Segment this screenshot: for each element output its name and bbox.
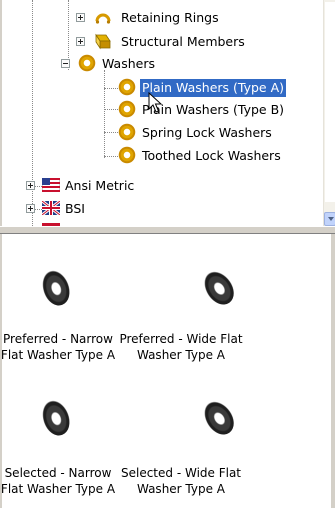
expand-plus-icon[interactable] (26, 204, 35, 213)
part-caption: Preferred - Narrow (3, 332, 113, 346)
washer-ring-icon (118, 100, 136, 118)
preview-border (331, 234, 335, 508)
part-caption: Washer Type A (136, 482, 226, 496)
tree-item-label: Ansi Metric (65, 178, 135, 193)
toolbox-tree[interactable]: Retaining Rings Structural Members Washe… (0, 0, 335, 226)
part-caption: Selected - Wide Flat (120, 466, 242, 480)
tree-item-label: Retaining Rings (121, 10, 219, 25)
uk-flag-icon (41, 199, 61, 219)
flat-washer-thumbnail (37, 266, 75, 310)
tree-item-toothed-lock-washers[interactable]: Toothed Lock Washers (0, 146, 320, 166)
part-caption: Selected - Narrow (4, 466, 112, 480)
washer-ring-icon (118, 78, 136, 96)
scroll-down-arrow-icon[interactable] (324, 212, 335, 226)
flat-washer-thumbnail (37, 396, 75, 440)
scrollbar-track[interactable] (325, 2, 335, 202)
part-caption: Preferred - Wide Flat (119, 332, 243, 346)
tree-item-label: BSI (65, 201, 85, 216)
tree-item-label: Spring Lock Washers (142, 125, 272, 140)
tree-item-label: Structural Members (121, 34, 245, 49)
expand-plus-icon[interactable] (76, 13, 85, 22)
flat-washer-thumbnail (198, 265, 240, 311)
washer-ring-icon (78, 54, 96, 72)
tree-item-label: Toothed Lock Washers (142, 148, 281, 163)
collapse-minus-icon[interactable] (61, 59, 70, 68)
tree-item-retaining-rings[interactable]: Retaining Rings (0, 8, 320, 28)
tree-item-label: Washers (102, 56, 155, 71)
tree-item-spring-lock-washers[interactable]: Spring Lock Washers (0, 123, 320, 143)
retaining-ring-icon (94, 9, 112, 27)
expand-plus-icon[interactable] (26, 181, 35, 190)
us-flag-icon (41, 177, 61, 196)
tree-item-bsi[interactable]: BSI (0, 199, 320, 219)
washer-ring-icon (118, 123, 136, 141)
part-tile-selected-narrow[interactable]: Selected - Narrow Flat Washer Type A (0, 396, 116, 500)
part-tile-preferred-narrow[interactable]: Preferred - Narrow Flat Washer Type A (0, 266, 116, 370)
tree-item-structural-members[interactable]: Structural Members (0, 32, 320, 52)
part-caption: Washer Type A (136, 348, 226, 362)
part-caption: Flat Washer Type A (0, 482, 116, 496)
part-preview-pane: Preferred - Narrow Flat Washer Type A Pr… (0, 234, 335, 508)
tree-item-ansi-metric[interactable]: Ansi Metric (0, 176, 320, 196)
washer-ring-icon (118, 146, 136, 164)
tree-item-washers[interactable]: Washers (0, 54, 320, 74)
flat-washer-thumbnail (198, 395, 240, 441)
tree-vertical-scrollbar[interactable] (323, 0, 335, 226)
mouse-pointer-icon (148, 92, 162, 113)
part-tile-preferred-wide[interactable]: Preferred - Wide Flat Washer Type A (116, 265, 246, 370)
part-tile-selected-wide[interactable]: Selected - Wide Flat Washer Type A (116, 395, 246, 500)
part-caption: Flat Washer Type A (0, 348, 116, 362)
pane-splitter[interactable] (0, 226, 335, 234)
expand-plus-icon[interactable] (76, 37, 85, 46)
structural-member-icon (94, 32, 112, 50)
